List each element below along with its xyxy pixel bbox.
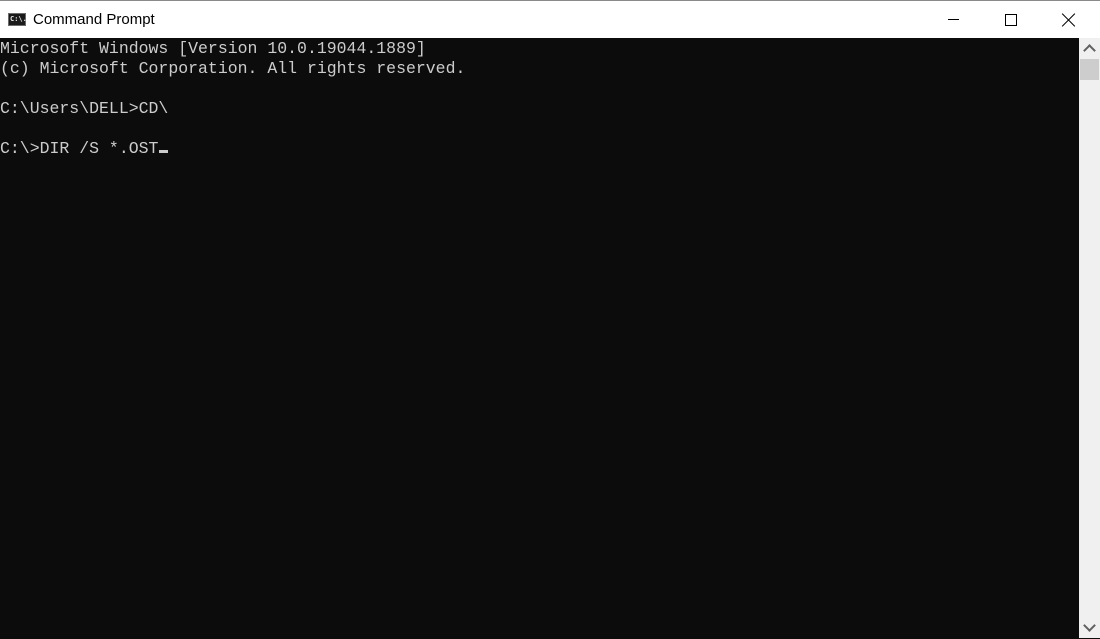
- scroll-thumb[interactable]: [1080, 59, 1099, 80]
- console-input-line[interactable]: C:\>DIR /S *.OST: [0, 139, 1079, 159]
- scroll-up-button[interactable]: [1079, 38, 1100, 58]
- chevron-up-icon: [1083, 44, 1096, 57]
- console-output[interactable]: Microsoft Windows [Version 10.0.19044.18…: [0, 38, 1079, 639]
- window-title: Command Prompt: [33, 11, 155, 28]
- cmd-icon: C:\.: [8, 13, 27, 26]
- minimize-icon: [947, 19, 959, 20]
- console-line: C:\Users\DELL>CD\: [0, 99, 169, 118]
- chevron-down-icon: [1083, 619, 1096, 632]
- scroll-down-button[interactable]: [1079, 618, 1100, 638]
- title-bar[interactable]: C:\. Command Prompt: [0, 1, 1100, 38]
- close-icon: [1062, 13, 1076, 27]
- close-button[interactable]: [1040, 1, 1098, 38]
- maximize-button[interactable]: [982, 1, 1040, 38]
- console-command: C:\>DIR /S *.OST: [0, 139, 159, 158]
- maximize-icon: [1005, 13, 1017, 26]
- text-cursor: [159, 150, 169, 153]
- vertical-scrollbar[interactable]: [1079, 38, 1100, 638]
- console-line: (c) Microsoft Corporation. All rights re…: [0, 59, 466, 78]
- minimize-button[interactable]: [924, 1, 982, 38]
- console-line: Microsoft Windows [Version 10.0.19044.18…: [0, 39, 426, 58]
